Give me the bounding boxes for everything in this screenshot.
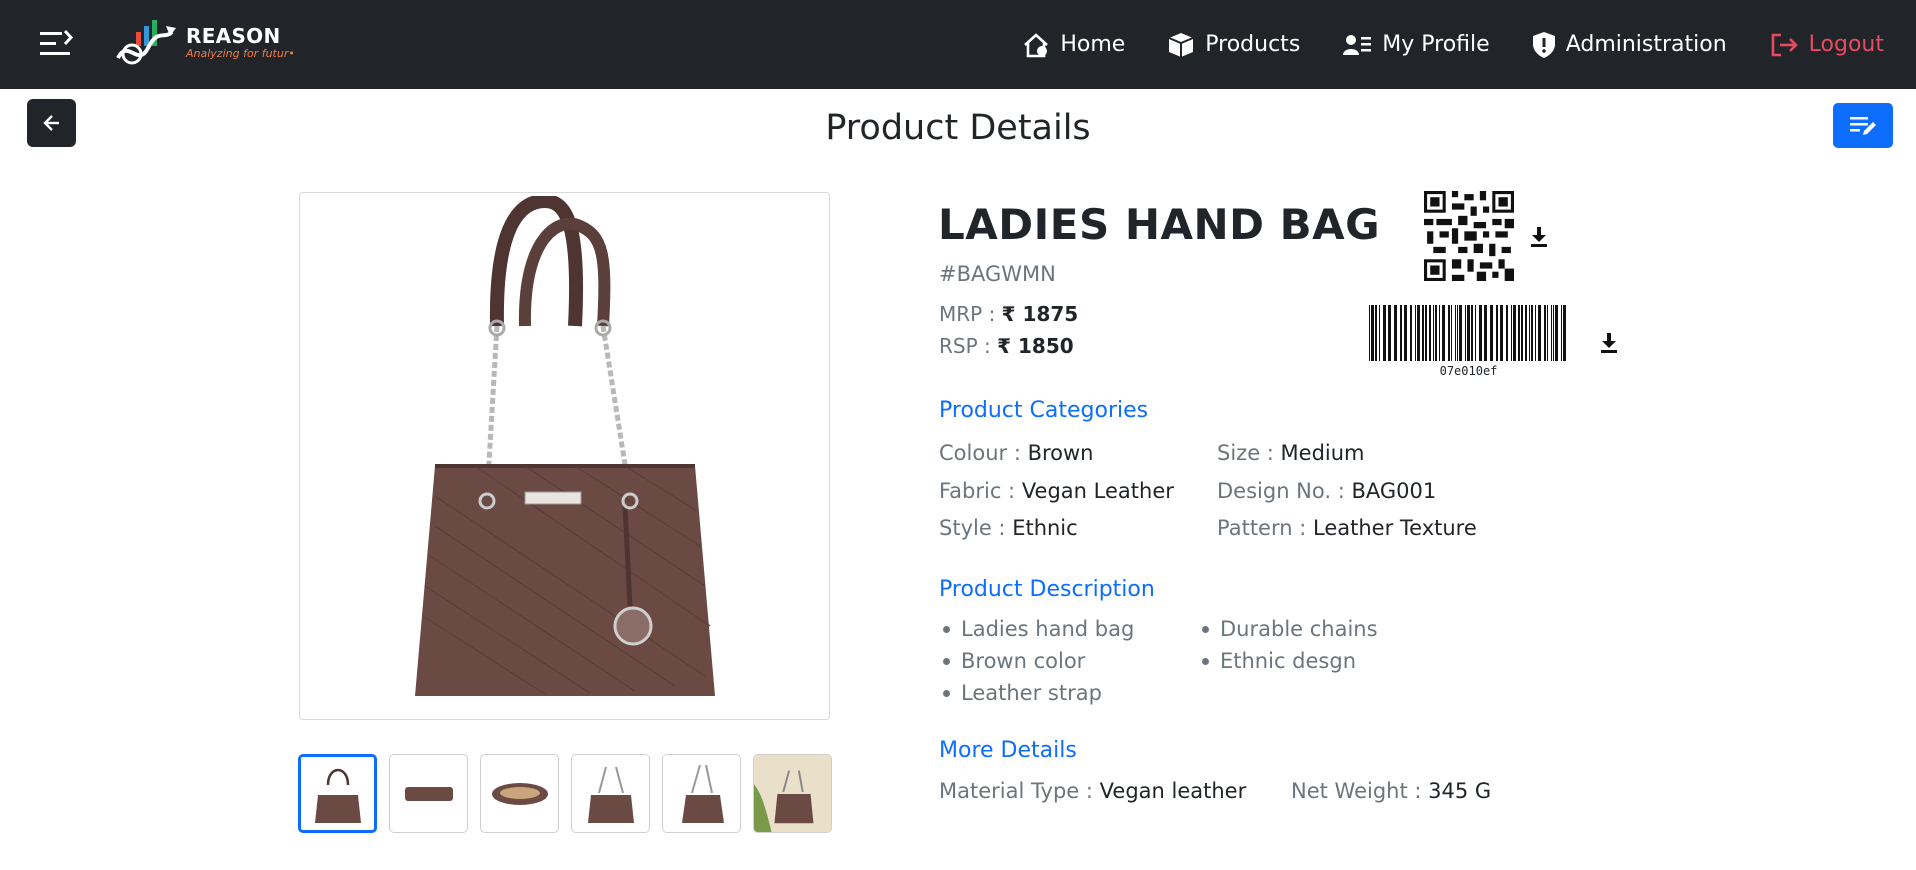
list-item: Ladies hand bag xyxy=(939,616,1134,648)
product-main-image[interactable] xyxy=(299,192,830,720)
attr-colour: Colour : Brown xyxy=(939,441,1094,465)
price-rsp: RSP : ₹ 1850 xyxy=(939,334,1074,358)
attr-colour-label: Colour : xyxy=(939,441,1021,465)
attr-fabric-value: Vegan Leather xyxy=(1021,479,1174,503)
nav-products[interactable]: Products xyxy=(1167,31,1300,59)
nav-administration[interactable]: Administration xyxy=(1532,31,1727,59)
more-details-heading: More Details xyxy=(939,738,1077,763)
attr-size-label: Size : xyxy=(1217,441,1274,465)
download-qr-icon[interactable] xyxy=(1529,226,1549,248)
product-description-heading: Product Description xyxy=(939,577,1155,602)
page-title: Product Details xyxy=(825,108,1091,148)
nav-links: Home Products My Profile Administration … xyxy=(980,0,1884,89)
attr-design-label: Design No. : xyxy=(1217,479,1345,503)
nav-home[interactable]: Home xyxy=(1022,32,1125,58)
thumbnail-strip xyxy=(298,754,844,833)
brand-name: REASON xyxy=(186,24,281,48)
product-sku: #BAGWMN xyxy=(939,262,1056,286)
material-type-label: Material Type : xyxy=(939,779,1093,803)
attr-size: Size : Medium xyxy=(1217,441,1365,465)
top-navbar: REASON Analyzing for futur• Home Product… xyxy=(0,0,1916,89)
menu-toggle-icon[interactable] xyxy=(38,28,78,60)
thumbnail-angle[interactable] xyxy=(662,754,741,833)
nav-profile-label: My Profile xyxy=(1382,32,1490,57)
mrp-label: MRP : xyxy=(939,302,996,326)
net-weight-value: 345 G xyxy=(1428,779,1492,803)
home-icon xyxy=(1024,32,1049,57)
shield-icon xyxy=(1532,31,1555,58)
nav-logout[interactable]: Logout xyxy=(1769,32,1884,58)
reason-logo-icon xyxy=(116,20,176,65)
net-weight-label: Net Weight : xyxy=(1291,779,1422,803)
attr-style: Style : Ethnic xyxy=(939,516,1078,540)
attr-pattern-value: Leather Texture xyxy=(1313,516,1477,540)
list-item: Durable chains xyxy=(1198,616,1378,648)
barcode xyxy=(1369,305,1566,361)
attr-colour-value: Brown xyxy=(1027,441,1094,465)
attr-size-value: Medium xyxy=(1280,441,1365,465)
profile-icon xyxy=(1343,34,1372,55)
attr-pattern: Pattern : Leather Texture xyxy=(1217,516,1477,540)
edit-note-icon xyxy=(1850,116,1876,135)
attr-fabric-label: Fabric : xyxy=(939,479,1016,503)
attr-design-value: BAG001 xyxy=(1351,479,1437,503)
nav-my-profile[interactable]: My Profile xyxy=(1342,32,1490,57)
thumbnail-bottom[interactable] xyxy=(389,754,468,833)
thumbnail-front[interactable] xyxy=(298,754,377,833)
mrp-value: ₹ 1875 xyxy=(1001,302,1079,326)
material-type: Material Type : Vegan leather xyxy=(939,779,1246,803)
thumbnail-lifestyle[interactable] xyxy=(753,754,832,833)
thumbnail-inside[interactable] xyxy=(480,754,559,833)
brand-logo[interactable]: REASON Analyzing for futur• xyxy=(114,18,295,68)
barcode-text: 07e010ef xyxy=(1439,364,1498,378)
attr-fabric: Fabric : Vegan Leather xyxy=(939,479,1174,503)
rsp-label: RSP : xyxy=(939,334,991,358)
logout-icon xyxy=(1771,33,1798,56)
thumbnail-side[interactable] xyxy=(571,754,650,833)
price-mrp: MRP : ₹ 1875 xyxy=(939,302,1078,326)
rsp-value: ₹ 1850 xyxy=(997,334,1074,358)
brand-tagline: Analyzing for futur• xyxy=(186,47,295,60)
handbag-image xyxy=(414,196,715,696)
list-item: Brown color xyxy=(939,648,1134,680)
nav-products-label: Products xyxy=(1205,32,1301,57)
edit-product-button[interactable] xyxy=(1833,103,1893,148)
attr-style-label: Style : xyxy=(939,516,1006,540)
nav-home-label: Home xyxy=(1060,32,1126,57)
attr-design-no: Design No. : BAG001 xyxy=(1217,479,1436,503)
list-item: Ethnic desgn xyxy=(1198,648,1378,680)
qr-code xyxy=(1424,191,1514,281)
material-type-value: Vegan leather xyxy=(1099,779,1247,803)
nav-logout-label: Logout xyxy=(1808,32,1884,57)
attr-style-value: Ethnic xyxy=(1012,516,1078,540)
net-weight: Net Weight : 345 G xyxy=(1291,779,1491,803)
product-name: LADIES HAND BAG xyxy=(938,200,1381,249)
description-list-right: Durable chains Ethnic desgn xyxy=(1198,616,1378,680)
list-item: Leather strap xyxy=(939,680,1134,712)
product-categories-heading: Product Categories xyxy=(939,398,1149,423)
download-barcode-icon[interactable] xyxy=(1599,332,1619,354)
box-icon xyxy=(1168,32,1194,57)
attr-pattern-label: Pattern : xyxy=(1217,516,1307,540)
nav-administration-label: Administration xyxy=(1565,32,1727,57)
description-list-left: Ladies hand bag Brown color Leather stra… xyxy=(939,616,1134,712)
